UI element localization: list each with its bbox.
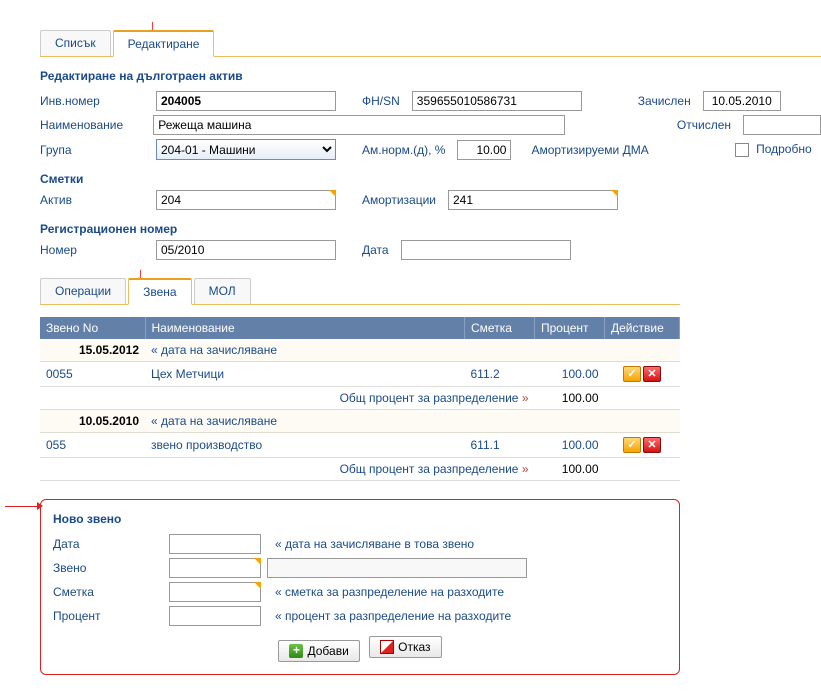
cell-account: 611.2 xyxy=(465,362,535,387)
cancel-button[interactable]: Отказ xyxy=(369,636,441,658)
confirm-icon[interactable] xyxy=(623,366,641,382)
label-group: Група xyxy=(40,143,150,157)
nu-label-percent: Процент xyxy=(53,609,163,623)
col-unit-no: Звено No xyxy=(40,317,145,339)
group-date-hint: « дата на зачисляване xyxy=(145,410,680,433)
section-accounts: Сметки xyxy=(40,172,821,186)
table-date-row: 10.05.2010« дата на зачисляване xyxy=(40,410,680,433)
total-label[interactable]: Общ процент за разпределение » xyxy=(40,387,535,410)
nu-hint-percent: « процент за разпределение на разходите xyxy=(275,609,511,623)
total-label[interactable]: Общ процент за разпределение » xyxy=(40,458,535,481)
delete-icon[interactable] xyxy=(643,366,661,382)
nu-input-percent[interactable] xyxy=(169,606,261,626)
section-regno: Регистрационен номер xyxy=(40,222,821,236)
cell-actions xyxy=(605,362,680,387)
table-total-row: Общ процент за разпределение »100.00 xyxy=(40,458,680,481)
label-active-acc: Актив xyxy=(40,193,150,207)
col-account: Сметка xyxy=(465,317,535,339)
add-button[interactable]: + Добави xyxy=(278,640,359,662)
plus-icon: + xyxy=(289,644,303,658)
nu-input-account[interactable] xyxy=(169,582,261,602)
total-value: 100.00 xyxy=(535,458,605,481)
total-value: 100.00 xyxy=(535,387,605,410)
label-detail[interactable]: Подробно xyxy=(756,142,812,156)
cell-unit-name[interactable]: звено производство xyxy=(145,433,465,458)
input-number[interactable] xyxy=(156,240,336,260)
input-inv-no[interactable] xyxy=(156,91,336,111)
col-action: Действие xyxy=(605,317,680,339)
subtab-units[interactable]: Звена xyxy=(128,278,191,305)
cell-actions xyxy=(605,433,680,458)
new-unit-title: Ново звено xyxy=(53,512,667,526)
nu-input-unit[interactable] xyxy=(169,558,261,578)
label-date2: Дата xyxy=(362,243,389,257)
table-row: 0055Цех Метчици611.2100.00 xyxy=(40,362,680,387)
label-name: Наименование xyxy=(40,118,147,132)
tab-edit[interactable]: Редактиране xyxy=(113,30,215,57)
arrow-indicator-subtab: ↓ xyxy=(136,264,821,278)
label-am-norm: Ам.норм.(д), % xyxy=(362,143,445,157)
input-fnsn[interactable] xyxy=(412,91,582,111)
cell-account: 611.1 xyxy=(465,433,535,458)
tabs-main: Списък Редактиране xyxy=(40,30,821,57)
subtab-ops[interactable]: Операции xyxy=(40,278,126,304)
cell-unit-name[interactable]: Цех Метчици xyxy=(145,362,465,387)
nu-label-account: Сметка xyxy=(53,585,163,599)
page-title: Редактиране на дълготраен актив xyxy=(40,69,821,83)
nu-label-date: Дата xyxy=(53,537,163,551)
cancel-button-label: Отказ xyxy=(398,640,430,654)
units-grid: Звено No Наименование Сметка Процент Дей… xyxy=(40,317,680,481)
tab-list[interactable]: Списък xyxy=(40,30,111,56)
input-deregistered[interactable] xyxy=(743,115,821,135)
new-unit-panel: Ново звено Дата « дата на зачисляване в … xyxy=(40,499,680,675)
add-button-label: Добави xyxy=(307,644,348,658)
label-deregistered: Отчислен xyxy=(677,118,731,132)
input-active-acc[interactable] xyxy=(156,190,336,210)
label-fnsn: ФН/SN xyxy=(362,94,400,108)
label-registered: Зачислен xyxy=(638,94,691,108)
cell-unit-no[interactable]: 055 xyxy=(40,433,145,458)
cancel-icon xyxy=(380,640,394,654)
confirm-icon[interactable] xyxy=(623,437,641,453)
nu-input-date[interactable] xyxy=(169,534,261,554)
input-name[interactable] xyxy=(153,115,565,135)
link-depreciable[interactable]: Амортизируеми ДМА xyxy=(531,143,648,157)
cell-unit-no[interactable]: 0055 xyxy=(40,362,145,387)
label-inv-no: Инв.номер xyxy=(40,94,150,108)
table-total-row: Общ процент за разпределение »100.00 xyxy=(40,387,680,410)
table-row: 055звено производство611.1100.00 xyxy=(40,433,680,458)
delete-icon[interactable] xyxy=(643,437,661,453)
group-date-hint: « дата на зачисляване xyxy=(145,339,680,362)
cell-percent: 100.00 xyxy=(535,362,605,387)
nu-label-unit: Звено xyxy=(53,561,163,575)
input-date2[interactable] xyxy=(401,240,571,260)
nu-input-unit-name[interactable] xyxy=(267,558,527,578)
nu-hint-date: « дата на зачисляване в това звено xyxy=(275,537,474,551)
subtabs: Операции Звена МОЛ xyxy=(40,278,680,305)
nu-hint-account: « сметка за разпределение на разходите xyxy=(275,585,504,599)
group-date: 10.05.2010 xyxy=(40,410,145,433)
input-registered[interactable] xyxy=(703,91,781,111)
group-date: 15.05.2012 xyxy=(40,339,145,362)
cell-percent: 100.00 xyxy=(535,433,605,458)
checkbox-detail[interactable] xyxy=(735,143,749,157)
col-name: Наименование xyxy=(145,317,465,339)
label-number: Номер xyxy=(40,243,150,257)
subtab-mol[interactable]: МОЛ xyxy=(194,278,251,304)
label-dep-acc: Амортизации xyxy=(362,193,436,207)
input-dep-acc[interactable] xyxy=(448,190,618,210)
input-am-norm[interactable] xyxy=(457,140,511,160)
col-percent: Процент xyxy=(535,317,605,339)
select-group[interactable]: 204-01 - Машини xyxy=(156,139,336,160)
table-date-row: 15.05.2012« дата на зачисляване xyxy=(40,339,680,362)
